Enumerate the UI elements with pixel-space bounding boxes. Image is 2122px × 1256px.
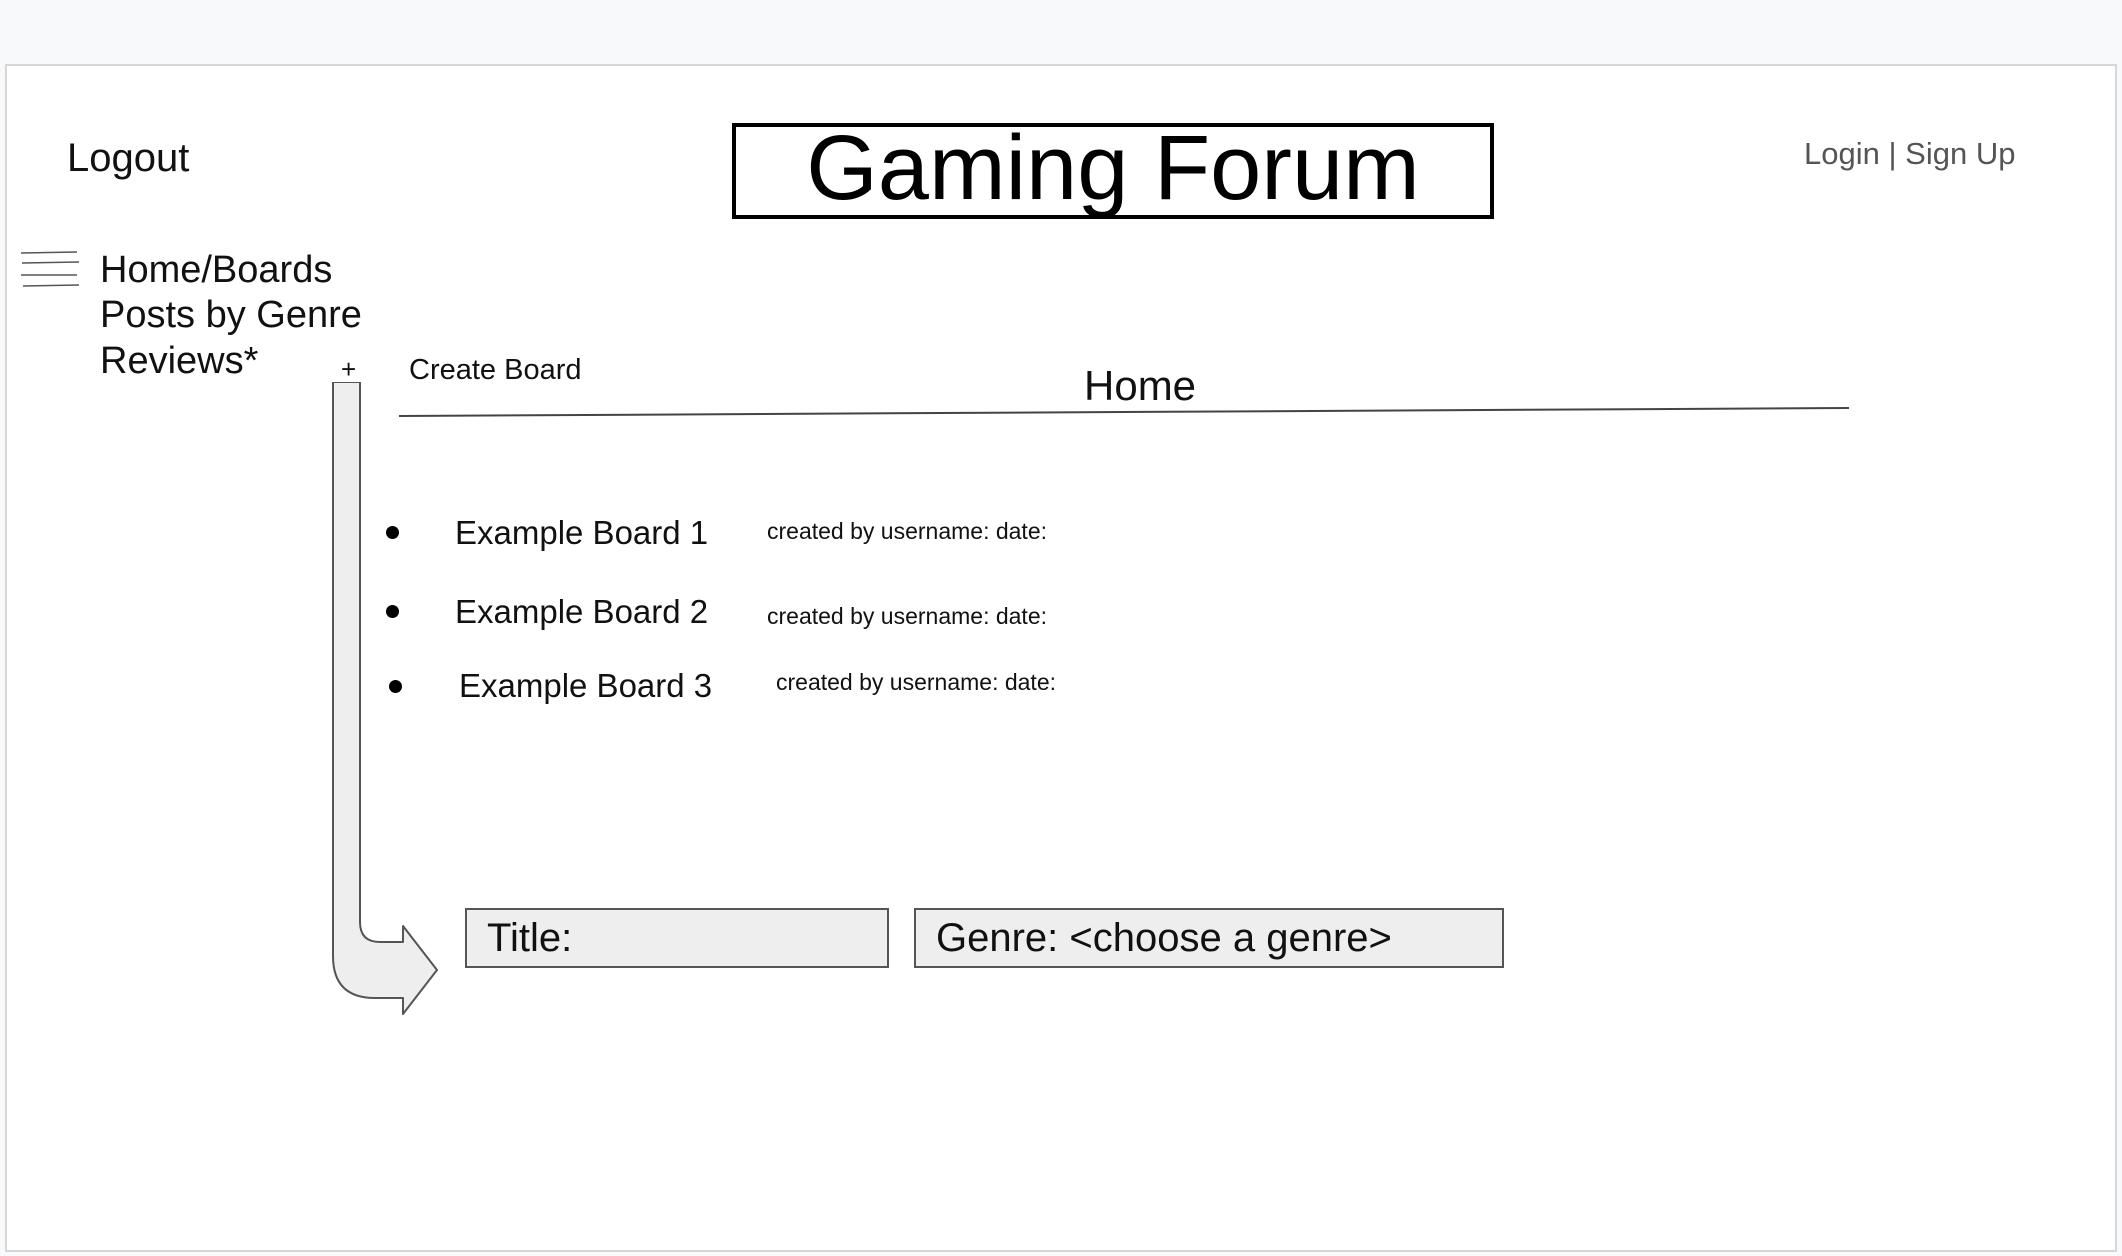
wireframe-canvas: Logout Gaming Forum Login | Sign Up Home… [5,64,2117,1252]
auth-links: Login | Sign Up [1804,136,2015,172]
board-title-input[interactable] [465,908,889,968]
login-link[interactable]: Login [1804,136,1880,171]
flow-arrow-icon [332,382,438,1015]
board-meta-2: created by username: date: [767,603,1047,629]
plus-icon[interactable]: + [341,354,356,385]
auth-separator: | [1888,136,1897,171]
board-meta-3: created by username: date: [776,669,1056,695]
sidebar-item-posts-by-genre[interactable]: Posts by Genre [100,296,362,334]
logout-link[interactable]: Logout [67,136,189,181]
board-link-2[interactable]: Example Board 2 [455,593,708,631]
hamburger-menu-icon[interactable] [19,249,81,291]
site-title-box: Gaming Forum [732,117,1494,219]
signup-link[interactable]: Sign Up [1905,136,2015,171]
sidebar-item-reviews[interactable]: Reviews* [100,342,258,380]
genre-select[interactable] [914,908,1504,968]
page-title: Home [1084,362,1197,409]
board-link-3[interactable]: Example Board 3 [459,667,712,705]
site-title: Gaming Forum [806,117,1420,219]
heading-divider [399,407,1849,417]
sidebar-item-home-boards[interactable]: Home/Boards [100,251,332,289]
board-meta-1: created by username: date: [767,518,1047,544]
board-link-1[interactable]: Example Board 1 [455,514,708,552]
